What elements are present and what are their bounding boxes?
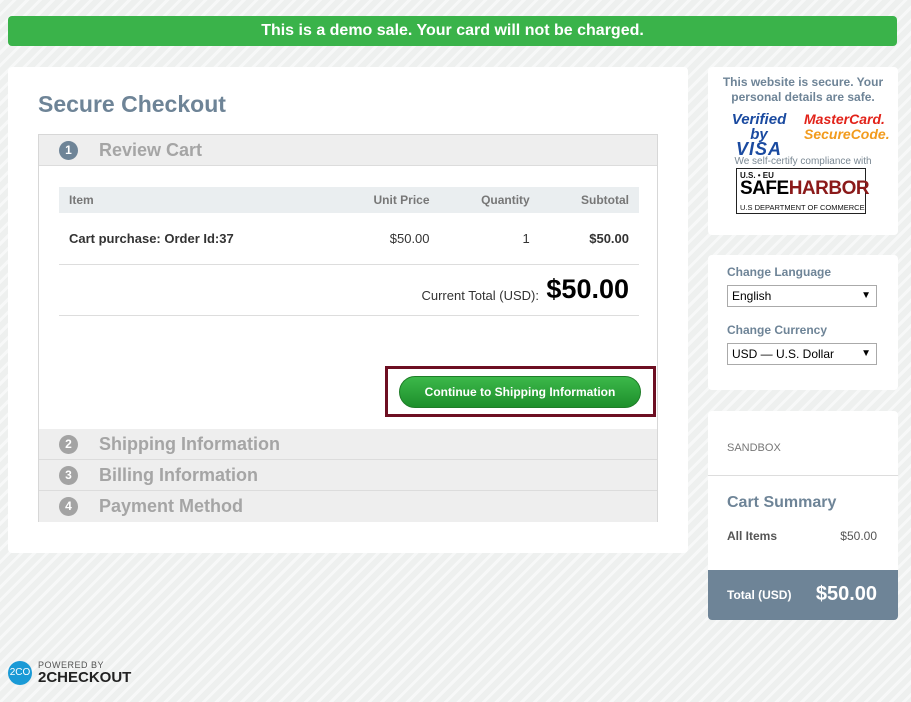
cart-summary-box: SANDBOX Cart Summary All Items $50.00 To…: [708, 411, 898, 620]
step-number: 4: [59, 497, 78, 516]
step-number: 1: [59, 141, 78, 160]
step-label: Billing Information: [99, 465, 258, 485]
current-total-amount: $50.00: [546, 274, 629, 304]
column-header-item: Item: [59, 187, 329, 213]
safe-harbor-department: U.S DEPARTMENT OF COMMERCE: [740, 203, 865, 212]
security-box: This website is secure. Your personal de…: [708, 67, 898, 235]
cart-summary-title: Cart Summary: [727, 494, 837, 511]
language-label: Change Language: [727, 265, 832, 279]
securecode-text: SecureCode.: [804, 126, 890, 142]
summary-total-value: $50.00: [815, 583, 877, 605]
cell-item: Cart purchase: Order Id:37: [59, 213, 329, 265]
step-number: 2: [59, 435, 78, 454]
visa-text: VISA: [735, 139, 782, 159]
settings-box: Change Language English ▼ Change Currenc…: [708, 255, 898, 390]
checkout-panel: Secure Checkout 1 Review Cart Item Unit …: [8, 67, 688, 553]
currency-select[interactable]: USD — U.S. Dollar ▼: [727, 343, 877, 365]
step-review-cart[interactable]: 1 Review Cart: [39, 135, 657, 166]
checkout-steps: 1 Review Cart Item Unit Price Quantity S…: [38, 134, 658, 522]
column-header-unit-price: Unit Price: [328, 187, 440, 213]
all-items-label: All Items: [727, 529, 778, 543]
step-shipping-information[interactable]: 2 Shipping Information: [39, 429, 657, 460]
verified-by-text: Verified by: [731, 111, 787, 143]
demo-sale-banner: This is a demo sale. Your card will not …: [8, 16, 897, 46]
all-items-value: $50.00: [840, 529, 877, 543]
step-label: Payment Method: [99, 496, 244, 516]
self-certify-text: We self-certify compliance with: [734, 156, 872, 167]
safe-harbor-safe: SAFE: [740, 178, 789, 199]
language-value: English: [732, 289, 772, 303]
step-billing-information[interactable]: 3 Billing Information: [39, 460, 657, 491]
summary-total-bar: Total (USD) $50.00: [708, 570, 898, 620]
dropdown-arrow-icon: ▼: [861, 290, 871, 301]
page-title: Secure Checkout: [38, 91, 226, 117]
language-select[interactable]: English ▼: [727, 285, 877, 307]
summary-divider: [708, 475, 898, 476]
cell-subtotal: $50.00: [539, 213, 639, 265]
security-message: This website is secure. Your personal de…: [722, 75, 884, 104]
step-label: Shipping Information: [99, 434, 280, 454]
step-label: Review Cart: [99, 140, 203, 160]
cart-table: Item Unit Price Quantity Subtotal Cart p…: [59, 187, 639, 265]
summary-total-label: Total (USD): [727, 588, 792, 602]
sandbox-label: SANDBOX: [727, 442, 781, 454]
table-row: Cart purchase: Order Id:37 $50.00 1 $50.…: [59, 213, 639, 265]
step-number: 3: [59, 466, 78, 485]
table-header-row: Item Unit Price Quantity Subtotal: [59, 187, 639, 213]
column-header-subtotal: Subtotal: [539, 187, 639, 213]
2checkout-brand: 2CHECKOUT: [38, 669, 132, 686]
step-payment-method[interactable]: 4 Payment Method: [39, 491, 657, 522]
continue-to-shipping-button[interactable]: Continue to Shipping Information: [399, 376, 641, 408]
safe-harbor-seal: U.S. • EU SAFEHARBOR U.S DEPARTMENT OF C…: [736, 168, 870, 214]
currency-label: Change Currency: [727, 323, 828, 337]
current-total-label: Current Total (USD):: [421, 288, 539, 303]
dropdown-arrow-icon: ▼: [861, 348, 871, 359]
continue-button-highlight: Continue to Shipping Information: [385, 366, 656, 417]
cell-unit-price: $50.00: [328, 213, 440, 265]
verified-by-visa-logo: Verified by VISA: [722, 111, 796, 159]
safe-harbor-title: SAFEHARBOR: [740, 178, 870, 200]
cell-quantity: 1: [439, 213, 540, 265]
column-header-quantity: Quantity: [439, 187, 540, 213]
safe-harbor-harbor: HARBOR: [788, 178, 870, 199]
current-total-row: Current Total (USD): $50.00: [59, 266, 639, 316]
2checkout-logo-icon: 2CO: [8, 661, 32, 685]
currency-value: USD — U.S. Dollar: [732, 347, 835, 361]
mastercard-text: MasterCard.: [804, 111, 885, 127]
mastercard-securecode-logo: MasterCard. SecureCode.: [804, 111, 890, 142]
